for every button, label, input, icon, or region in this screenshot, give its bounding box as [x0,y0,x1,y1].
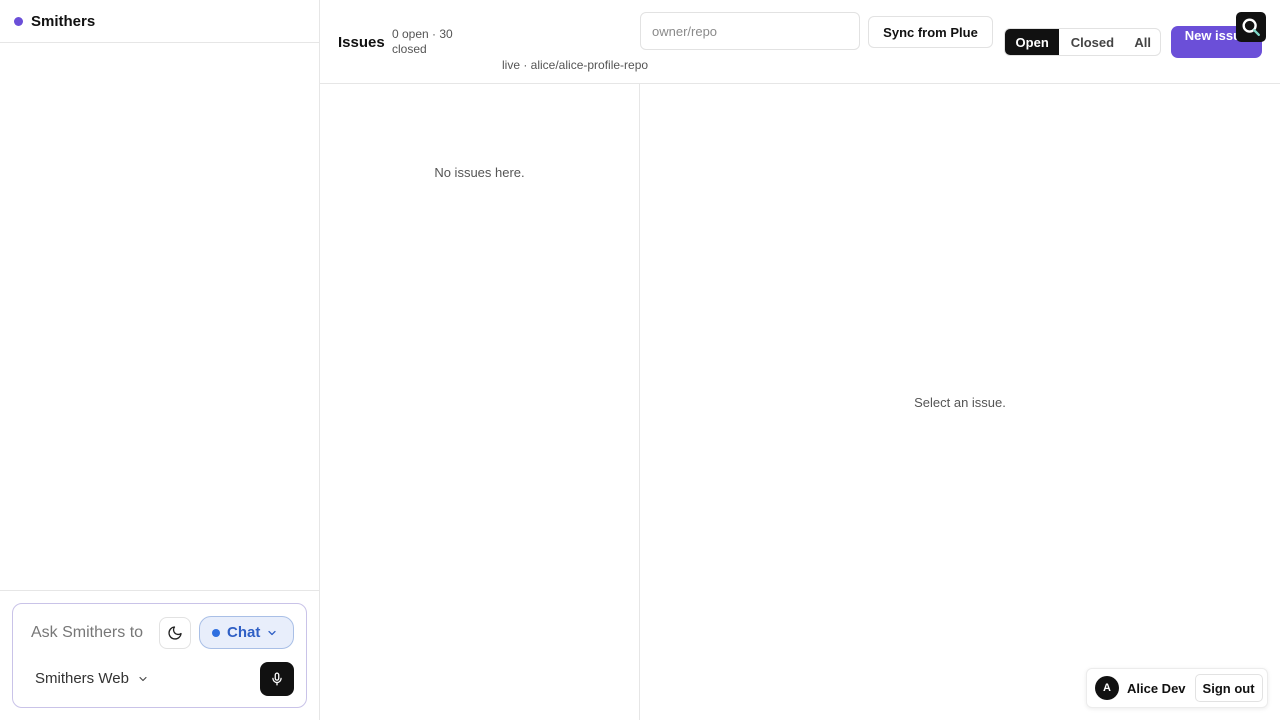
chevron-down-icon [139,676,147,681]
account-name: Alice Dev [1127,680,1186,696]
target-select[interactable]: Smithers Web [35,670,149,687]
chat-composer: Chat Smithers Web [12,603,307,708]
sidebar-footer: Chat Smithers Web [0,590,319,720]
mode-label: Chat [227,624,261,641]
filter-closed[interactable]: Closed [1059,29,1125,55]
avatar: A [1095,676,1119,700]
issue-list-pane: No issues here. [320,84,640,720]
mode-select-button[interactable]: Chat [199,616,294,649]
account-card: A Alice Dev Sign out [1086,668,1268,708]
target-label: Smithers Web [35,670,129,687]
sync-button[interactable]: Sync from Plue [868,16,993,48]
repo-input[interactable] [640,12,860,50]
brand-header: Smithers [0,0,319,43]
sync-status: live · alice/alice-profile-repo [502,58,649,72]
sidebar: Smithers Chat Smithers Web [0,0,320,720]
chevron-down-icon [268,630,276,635]
mode-dot-icon [212,628,220,637]
empty-detail-message: Select an issue. [914,395,1006,410]
filter-open[interactable]: Open [1005,29,1060,55]
voice-input-button[interactable] [260,662,294,696]
page-title: Issues [338,34,385,51]
sign-out-button[interactable]: Sign out [1194,674,1263,702]
microphone-icon [272,672,282,686]
search-icon [1242,18,1260,36]
theme-toggle-button[interactable] [159,617,191,649]
moon-icon [168,626,182,640]
ask-input[interactable] [31,622,155,644]
search-button[interactable] [1236,12,1266,42]
brand-dot-icon [14,16,23,26]
issue-counts: 0 open · 30 closed [392,27,453,56]
brand-name: Smithers [31,12,96,30]
empty-list-message: No issues here. [434,165,525,180]
issues-header: Issues 0 open · 30 closed live · alice/a… [320,0,1280,84]
issue-detail-pane: Select an issue. [640,84,1280,720]
status-filter: Open Closed All [1004,28,1161,56]
filter-all[interactable]: All [1125,29,1160,55]
